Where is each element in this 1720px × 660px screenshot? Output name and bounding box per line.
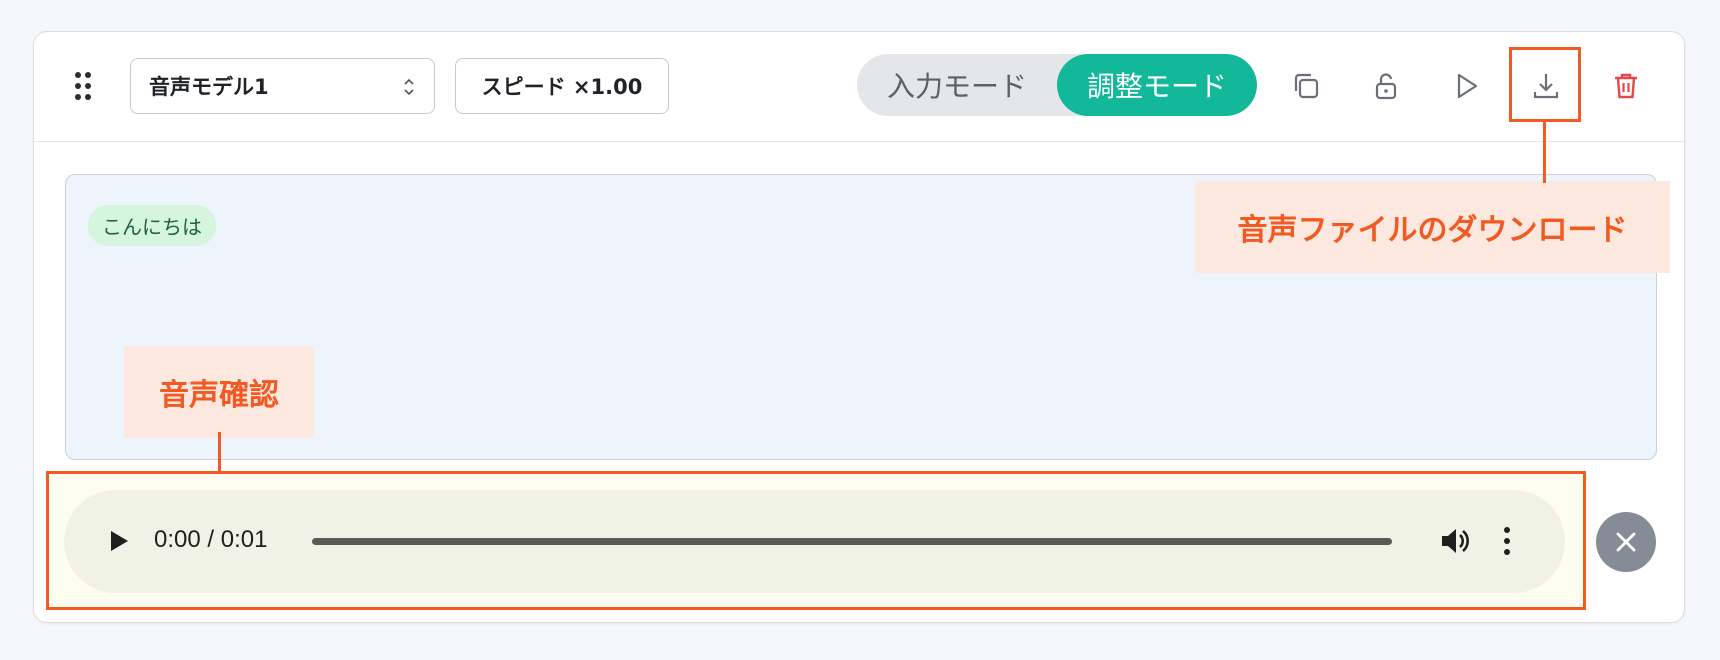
audio-progress-bar[interactable]	[312, 538, 1392, 545]
callout-audio-confirm-label: 音声確認	[159, 378, 279, 413]
close-audio-button[interactable]	[1596, 512, 1656, 572]
audio-player: 0:00 / 0:01	[64, 490, 1565, 593]
copy-icon[interactable]	[1288, 68, 1324, 104]
unlock-icon[interactable]	[1368, 68, 1404, 104]
callout-connector	[218, 432, 221, 472]
callout-audio-confirm: 音声確認	[124, 346, 314, 438]
chevron-updown-icon	[404, 78, 414, 96]
input-mode-button[interactable]: 入力モード	[857, 54, 1057, 116]
segment-toolbar: 音声モデル1 スピード ×1.00 入力モード 調整モード	[34, 32, 1684, 142]
trash-icon[interactable]	[1608, 68, 1644, 104]
callout-download: 音声ファイルのダウンロード	[1195, 181, 1670, 273]
audio-play-icon[interactable]	[104, 527, 132, 555]
audio-time: 0:00 / 0:01	[154, 526, 268, 553]
speed-label: スピード ×1.00	[481, 75, 643, 99]
adjust-mode-button[interactable]: 調整モード	[1057, 54, 1257, 116]
voice-model-select[interactable]: 音声モデル1	[130, 58, 435, 114]
text-chip[interactable]: こんにちは	[88, 205, 216, 246]
volume-icon[interactable]	[1438, 524, 1472, 558]
callout-download-label: 音声ファイルのダウンロード	[1237, 213, 1628, 248]
input-mode-label: 入力モード	[886, 70, 1027, 103]
drag-handle-icon[interactable]	[75, 72, 91, 100]
speed-button[interactable]: スピード ×1.00	[455, 58, 669, 114]
download-highlight-box	[1509, 47, 1581, 122]
mode-toggle: 入力モード 調整モード	[857, 54, 1257, 116]
play-icon[interactable]	[1448, 68, 1484, 104]
adjust-mode-label: 調整モード	[1086, 70, 1227, 103]
callout-connector	[1543, 121, 1546, 183]
close-icon	[1616, 532, 1636, 552]
voice-model-value: 音声モデル1	[149, 75, 269, 99]
more-options-icon[interactable]	[1502, 524, 1512, 558]
